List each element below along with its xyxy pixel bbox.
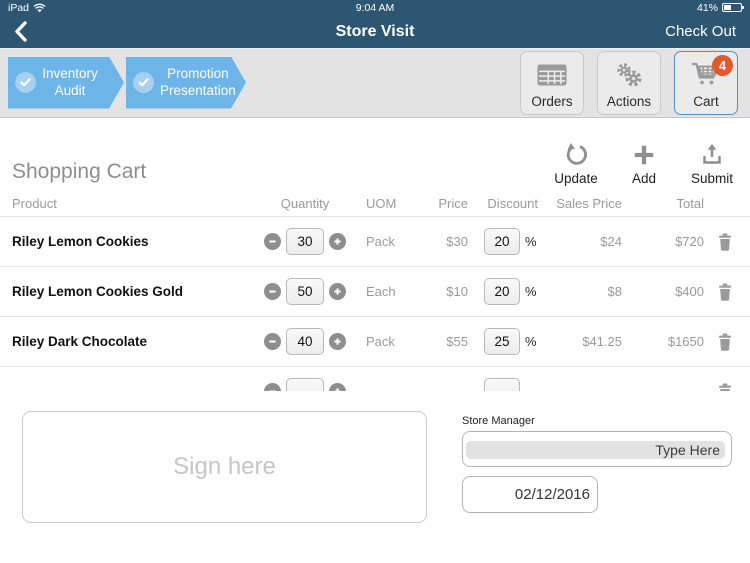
percent-label: %: [525, 284, 537, 299]
checkout-footer: Sign here Store Manager Type Here 02/12/…: [0, 391, 750, 563]
delete-row-button[interactable]: [712, 333, 738, 351]
quantity-decrease-button[interactable]: [264, 333, 281, 350]
sales-price-value: $41.25: [582, 334, 622, 349]
orders-table-icon: [537, 52, 567, 94]
percent-label: %: [525, 234, 537, 249]
product-name: Riley Dark Chocolate: [12, 334, 148, 349]
submit-button[interactable]: Submit: [688, 142, 736, 190]
date-value: 02/12/2016: [514, 486, 590, 503]
table-row: Riley Lemon Cookies 30 Pack $30 20 % $24…: [0, 217, 750, 266]
signature-placeholder: Sign here: [173, 453, 276, 480]
clock: 9:04 AM: [355, 1, 395, 14]
uom-value: Pack: [366, 334, 395, 349]
quantity-increase-button[interactable]: [329, 233, 346, 250]
update-button-label: Update: [554, 171, 598, 186]
table-row: Riley Dark Chocolate 40 Pack $55 25 % $4…: [0, 317, 750, 366]
total-value: $400: [675, 284, 704, 299]
nav-bar: Store Visit Check Out: [0, 15, 750, 48]
cart-button-label: Cart: [693, 93, 719, 109]
table-header: Product Quantity UOM Price Discount Sale…: [0, 190, 750, 216]
quantity-input[interactable]: 40: [286, 328, 324, 355]
sales-price-value: $24: [600, 234, 622, 249]
col-header-product: Product: [12, 195, 57, 211]
price-value: $30: [446, 234, 468, 249]
uom-value: Each: [366, 284, 396, 299]
update-button[interactable]: Update: [552, 142, 600, 190]
delete-row-button[interactable]: [712, 233, 738, 251]
product-name: Riley Lemon Cookies: [12, 234, 149, 249]
col-header-total: Total: [676, 195, 704, 211]
quantity-input[interactable]: [286, 378, 324, 391]
workflow-breadcrumb: Inventory Audit Promotion Presentation: [8, 57, 246, 109]
gears-icon: [614, 52, 644, 94]
section-title: Shopping Cart: [12, 160, 147, 183]
check-circle-icon: [133, 72, 154, 93]
trash-icon: [719, 333, 731, 351]
actions-button[interactable]: Actions: [597, 50, 661, 115]
quantity-decrease-button[interactable]: [264, 283, 281, 300]
refresh-icon: [563, 142, 589, 168]
sales-price-value: $8: [607, 284, 622, 299]
col-header-quantity: Quantity: [280, 195, 330, 211]
trash-icon: [719, 283, 731, 301]
store-manager-label: Store Manager: [462, 415, 535, 427]
orders-button-label: Orders: [531, 93, 573, 109]
price-value: $10: [446, 284, 468, 299]
battery-icon: [722, 3, 744, 12]
plus-icon: [631, 142, 657, 168]
quantity-increase-button[interactable]: [329, 383, 346, 391]
quantity-input[interactable]: 30: [286, 228, 324, 255]
price-value: $55: [446, 334, 468, 349]
add-button[interactable]: Add: [620, 142, 668, 190]
col-header-price: Price: [438, 195, 468, 211]
total-value: $720: [675, 234, 704, 249]
percent-label: %: [525, 334, 537, 349]
workflow-step-inventory-audit[interactable]: Inventory Audit: [8, 57, 124, 109]
actions-button-label: Actions: [606, 93, 652, 109]
orders-button[interactable]: Orders: [520, 50, 584, 115]
trash-icon: [719, 233, 731, 251]
quantity-increase-button[interactable]: [329, 333, 346, 350]
store-manager-placeholder: Type Here: [655, 442, 720, 458]
uom-value: Pack: [366, 234, 395, 249]
check-out-button[interactable]: Check Out: [665, 23, 736, 40]
toolbar: Inventory Audit Promotion Presentation O…: [0, 48, 750, 118]
cart-header: Shopping Cart Update Add Submit: [0, 118, 750, 190]
col-header-uom: UOM: [366, 195, 397, 211]
store-visit-screen: iPad 9:04 AM 41% Store Visit Check Out I…: [0, 0, 750, 563]
delete-row-button[interactable]: [712, 283, 738, 301]
discount-input[interactable]: 25: [484, 328, 520, 355]
col-header-sales-price: Sales Price: [556, 195, 622, 211]
cart-table: Product Quantity UOM Price Discount Sale…: [0, 190, 750, 391]
cart-button[interactable]: 4 Cart: [674, 50, 738, 115]
signature-pad[interactable]: Sign here: [22, 411, 427, 523]
discount-input[interactable]: [484, 378, 520, 391]
quantity-decrease-button[interactable]: [264, 383, 281, 391]
trash-icon: [719, 383, 731, 391]
col-header-discount: Discount: [487, 195, 538, 211]
quantity-decrease-button[interactable]: [264, 233, 281, 250]
ios-status-bar: iPad 9:04 AM 41%: [0, 0, 750, 15]
page-title: Store Visit: [335, 22, 415, 40]
add-button-label: Add: [631, 171, 657, 186]
quantity-input[interactable]: 50: [286, 278, 324, 305]
cart-badge: 4: [712, 54, 733, 76]
check-circle-icon: [15, 72, 36, 93]
product-name: Riley Lemon Cookies Gold: [12, 284, 184, 299]
workflow-step-label: Promotion Presentation: [160, 65, 236, 98]
workflow-step-promotion-presentation[interactable]: Promotion Presentation: [126, 57, 246, 109]
discount-input[interactable]: 20: [484, 278, 520, 305]
workflow-step-label: Inventory Audit: [42, 65, 98, 98]
table-row-partial: [0, 367, 750, 391]
discount-input[interactable]: 20: [484, 228, 520, 255]
quantity-increase-button[interactable]: [329, 283, 346, 300]
upload-icon: [700, 142, 724, 168]
store-manager-input[interactable]: Type Here: [462, 431, 732, 467]
date-field[interactable]: 02/12/2016: [462, 476, 598, 513]
table-row: Riley Lemon Cookies Gold 50 Each $10 20 …: [0, 267, 750, 316]
delete-row-button[interactable]: [712, 383, 738, 391]
submit-button-label: Submit: [690, 171, 734, 186]
total-value: $1650: [667, 334, 704, 349]
